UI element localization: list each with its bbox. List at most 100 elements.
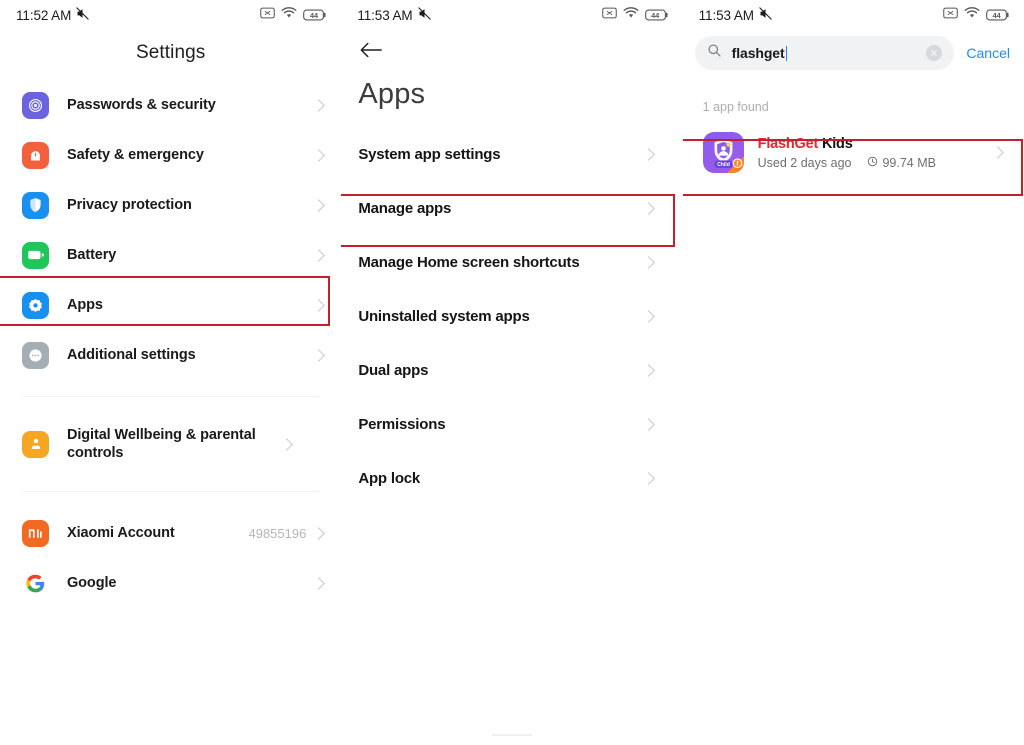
sidebar-item-label: Safety & emergency (67, 146, 204, 163)
text-caret (785, 45, 788, 61)
sidebar-item-label: Xiaomi Account (67, 524, 175, 541)
chevron-right-icon (641, 255, 655, 269)
search-input[interactable]: flashget (694, 36, 955, 70)
battery-icon: 44 (644, 9, 669, 21)
result-count-text: 1 app found (702, 100, 769, 114)
xiaomi-account-id: 49855196 (248, 525, 307, 541)
clock-icon (867, 156, 878, 170)
sidebar-item-label: Battery (67, 246, 117, 263)
sidebar-item-label: Apps (67, 296, 103, 313)
chevron-right-icon (312, 98, 326, 112)
chevron-right-icon (641, 417, 655, 431)
menu-item-label: Manage Home screen shortcuts (358, 253, 580, 271)
panel-app-search: 11:53 AM 44 flashget Cancel 1 app found … (682, 0, 1024, 745)
chevron-right-icon (312, 198, 326, 212)
sidebar-item-xiaomi-account[interactable]: Xiaomi Account 49855196 (0, 508, 341, 558)
battery-settings-icon (22, 241, 49, 269)
battery-level-text: 44 (651, 10, 660, 20)
sidebar-item-label: Digital Wellbeing & parental controls (67, 426, 256, 461)
status-bar-right: 44 (943, 6, 1010, 24)
chevron-right-icon (641, 363, 655, 377)
mi-logo-icon (22, 519, 49, 547)
sim-x-icon (601, 6, 617, 24)
section-divider (22, 491, 320, 492)
menu-item-manage-apps[interactable]: Manage apps (341, 181, 682, 235)
chevron-right-icon (312, 526, 326, 540)
battery-icon: 44 (986, 9, 1010, 21)
wifi-icon (623, 6, 639, 24)
cancel-button[interactable]: Cancel (964, 45, 1012, 61)
result-last-used: Used 2 days ago (757, 156, 852, 171)
menu-item-manage-home-screen-shortcuts[interactable]: Manage Home screen shortcuts (341, 235, 682, 289)
status-bar-left: 11:53 AM (699, 6, 773, 24)
mute-icon (417, 6, 432, 24)
result-app-meta: Used 2 days ago 99.74 MB (758, 156, 979, 170)
privacy-shield-icon (22, 191, 49, 219)
result-app-name: FlashGet Kids (758, 136, 853, 152)
search-input-value: flashget (731, 45, 785, 61)
menu-item-uninstalled-system-apps[interactable]: Uninstalled system apps (341, 289, 682, 343)
menu-item-label: Permissions (358, 415, 446, 433)
sidebar-item-apps[interactable]: Apps (0, 280, 341, 330)
mute-icon (758, 6, 773, 24)
panel-settings: 11:52 AM 44 Settings Passwords & securit… (0, 0, 342, 745)
menu-item-label: Manage apps (358, 199, 452, 217)
status-bar-left: 11:53 AM (357, 6, 431, 24)
search-bar: flashget Cancel (683, 30, 1024, 70)
sidebar-item-privacy-protection[interactable]: Privacy protection (0, 180, 341, 230)
chevron-right-icon (312, 576, 326, 590)
person-download-icon (22, 430, 49, 458)
chevron-right-icon (312, 348, 326, 362)
home-indicator (491, 733, 532, 736)
wifi-icon (964, 6, 980, 24)
sim-x-icon (260, 6, 276, 24)
menu-item-system-app-settings[interactable]: System app settings (341, 127, 682, 181)
chevron-right-icon (641, 309, 655, 323)
chevron-right-icon (312, 148, 326, 162)
sidebar-item-label: Google (67, 574, 117, 591)
sidebar-item-safety-emergency[interactable]: Safety & emergency (0, 130, 341, 180)
chevron-right-icon (641, 201, 655, 215)
page-title-settings: Settings (135, 42, 206, 63)
search-icon (707, 43, 722, 63)
battery-icon: 44 (303, 9, 327, 21)
sidebar-item-battery[interactable]: Battery (0, 230, 341, 280)
fingerprint-icon (22, 91, 49, 119)
dots-bubble-icon (22, 341, 49, 369)
chevron-right-icon (991, 146, 1004, 159)
search-result-row-flashget-kids[interactable]: Child FlashGet Kids Used 2 days ago 99.7… (683, 124, 1024, 181)
flashget-kids-app-icon: Child (702, 132, 744, 173)
sidebar-item-digital-wellbeing[interactable]: Digital Wellbeing & parental controls (0, 413, 341, 475)
status-bar-search: 11:53 AM 44 (683, 0, 1024, 30)
menu-item-dual-apps[interactable]: Dual apps (341, 343, 682, 397)
three-panel-screenshot-strip: 11:52 AM 44 Settings Passwords & securit… (0, 0, 1024, 745)
sidebar-item-label: Additional settings (67, 346, 196, 363)
result-app-name-suffix: Kids (818, 135, 853, 152)
status-bar-right: 44 (260, 6, 327, 24)
sidebar-item-google[interactable]: Google (0, 558, 341, 608)
menu-item-app-lock[interactable]: App lock (341, 451, 682, 505)
menu-item-label: System app settings (358, 145, 501, 163)
wifi-icon (281, 6, 297, 24)
menu-item-label: Uninstalled system apps (358, 307, 530, 325)
chevron-right-icon (312, 248, 326, 262)
clear-search-button[interactable] (926, 45, 943, 61)
icon-badge-text: Child (717, 162, 730, 168)
menu-item-permissions[interactable]: Permissions (341, 397, 682, 451)
status-time: 11:53 AM (698, 7, 754, 23)
sidebar-item-additional-settings[interactable]: Additional settings (0, 330, 341, 380)
google-g-icon (22, 569, 49, 597)
sim-x-icon (943, 6, 958, 24)
sidebar-item-label: Privacy protection (67, 196, 192, 213)
battery-level-text: 44 (992, 10, 1001, 20)
chevron-right-icon (641, 147, 655, 161)
sidebar-item-passwords-security[interactable]: Passwords & security (0, 80, 341, 130)
page-title-apps: Apps (358, 78, 426, 110)
chevron-right-icon (312, 298, 326, 312)
status-time: 11:52 AM (16, 7, 72, 23)
mute-icon (75, 6, 90, 24)
back-button[interactable] (341, 30, 682, 68)
result-app-size: 99.74 MB (882, 156, 936, 171)
chevron-right-icon (641, 471, 655, 485)
status-bar-right: 44 (601, 6, 669, 24)
